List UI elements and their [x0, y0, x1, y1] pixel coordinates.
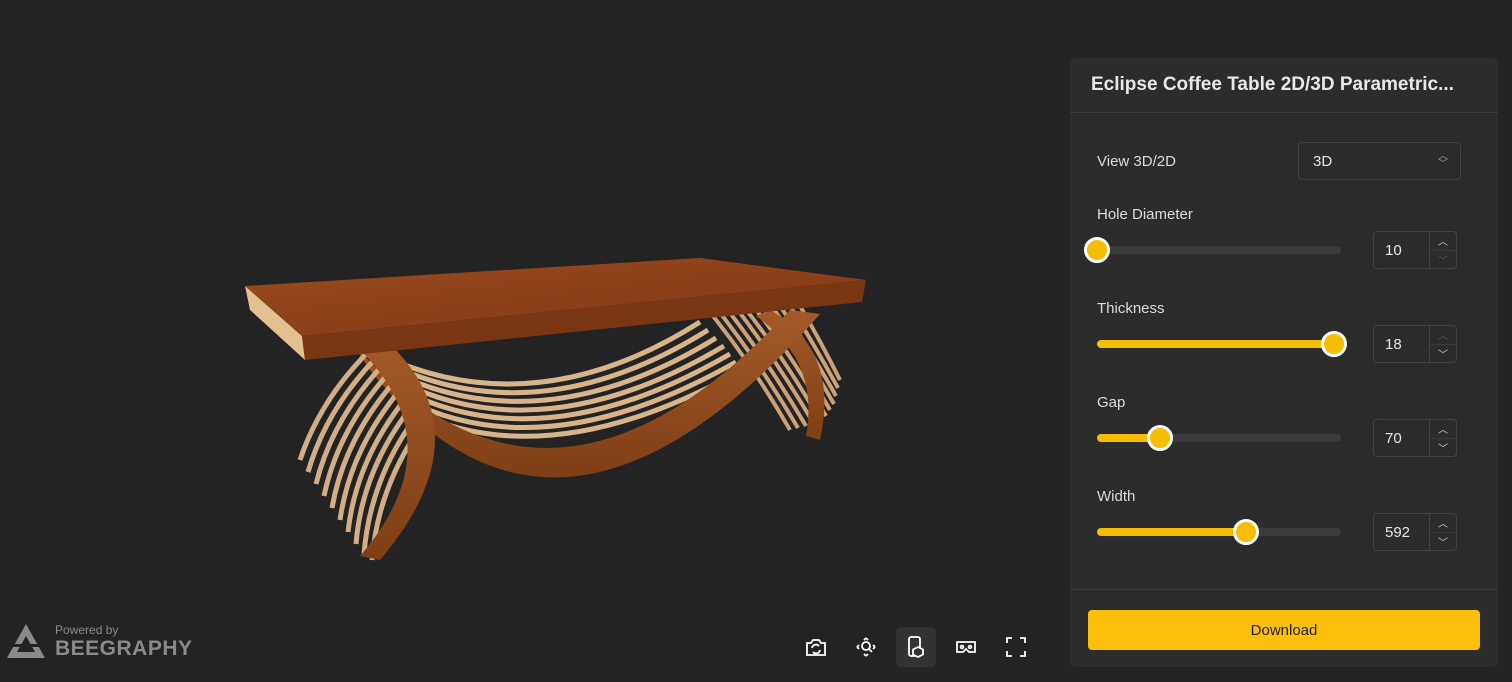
param-gap: Gap 70 ︿ ﹀: [1097, 394, 1457, 457]
panel-footer: Download: [1070, 589, 1498, 668]
slider-thumb[interactable]: [1320, 331, 1347, 357]
gap-slider[interactable]: [1097, 425, 1341, 451]
width-slider[interactable]: [1097, 519, 1341, 545]
increment-chevron-up-icon[interactable]: ︿: [1430, 420, 1456, 438]
viewport-toolbar: [796, 627, 1036, 667]
stepper-value[interactable]: 10: [1374, 232, 1429, 268]
param-label: Thickness: [1097, 300, 1165, 317]
hole-diameter-stepper[interactable]: 10 ︿ ﹀: [1373, 231, 1457, 269]
download-button[interactable]: Download: [1088, 610, 1480, 650]
vr-headset-icon: [956, 641, 976, 653]
slider-fill: [1097, 340, 1334, 348]
param-label: Gap: [1097, 394, 1126, 411]
hole-diameter-slider[interactable]: [1084, 237, 1341, 263]
powered-by-branding: Powered by BEEGRAPHY: [5, 622, 193, 660]
increment-chevron-up-icon[interactable]: ︿: [1430, 232, 1456, 250]
view-mode-value: 3D: [1313, 152, 1333, 170]
thickness-slider[interactable]: [1097, 331, 1347, 357]
slider-thumb[interactable]: [1147, 425, 1174, 451]
decrement-chevron-down-icon[interactable]: ﹀: [1430, 343, 1456, 363]
powered-by-label: Powered by: [55, 622, 119, 637]
panel-title: Eclipse Coffee Table 2D/3D Parametric...: [1091, 74, 1454, 95]
decrement-chevron-down-icon[interactable]: ﹀: [1430, 437, 1456, 457]
3d-viewport[interactable]: Powered by BEEGRAPHY: [0, 0, 1060, 682]
select-chevron-icon: ︿ ﹀: [1438, 151, 1448, 170]
fullscreen-button[interactable]: [996, 627, 1036, 667]
camera-rotate-icon: [806, 639, 826, 656]
thickness-stepper[interactable]: 18 ︿ ﹀: [1373, 325, 1457, 363]
parameters-panel: Eclipse Coffee Table 2D/3D Parametric...…: [1070, 58, 1498, 667]
ar-view-icon: [908, 636, 924, 659]
ar-view-button[interactable]: [896, 627, 936, 667]
param-thickness: Thickness 18 ︿ ﹀: [1097, 300, 1457, 363]
slider-thumb[interactable]: [1084, 237, 1110, 263]
stepper-value[interactable]: 592: [1374, 514, 1429, 550]
brand-name: BEEGRAPHY: [55, 636, 193, 660]
param-hole-diameter: Hole Diameter 10 ︿ ﹀: [1084, 206, 1457, 269]
decrement-chevron-down-icon[interactable]: ﹀: [1430, 249, 1456, 269]
width-stepper[interactable]: 592 ︿ ﹀: [1373, 513, 1457, 551]
zoom-extents-icon: [856, 637, 876, 657]
view-mode-row: View 3D/2D 3D ︿ ﹀: [1097, 141, 1461, 181]
camera-rotate-button[interactable]: [796, 627, 836, 667]
zoom-extents-button[interactable]: [846, 627, 886, 667]
gap-stepper[interactable]: 70 ︿ ﹀: [1373, 419, 1457, 457]
slider-thumb[interactable]: [1232, 519, 1259, 545]
beegraphy-logo-icon: [7, 624, 45, 658]
increment-chevron-up-icon[interactable]: ︿: [1430, 326, 1456, 344]
param-label: Hole Diameter: [1097, 206, 1193, 223]
increment-chevron-up-icon[interactable]: ︿: [1430, 514, 1456, 532]
param-width: Width 592 ︿ ﹀: [1097, 488, 1457, 551]
view-mode-select[interactable]: 3D ︿ ﹀: [1298, 142, 1461, 180]
vr-view-button[interactable]: [946, 627, 986, 667]
stepper-value[interactable]: 18: [1374, 326, 1429, 362]
view-mode-label: View 3D/2D: [1097, 152, 1176, 170]
stepper-value[interactable]: 70: [1374, 420, 1429, 456]
param-label: Width: [1097, 488, 1136, 505]
fullscreen-icon: [1006, 637, 1026, 657]
decrement-chevron-down-icon[interactable]: ﹀: [1430, 531, 1456, 551]
coffee-table-model[interactable]: [230, 240, 880, 570]
panel-header: Eclipse Coffee Table 2D/3D Parametric...: [1070, 58, 1498, 113]
slider-fill: [1097, 528, 1246, 536]
